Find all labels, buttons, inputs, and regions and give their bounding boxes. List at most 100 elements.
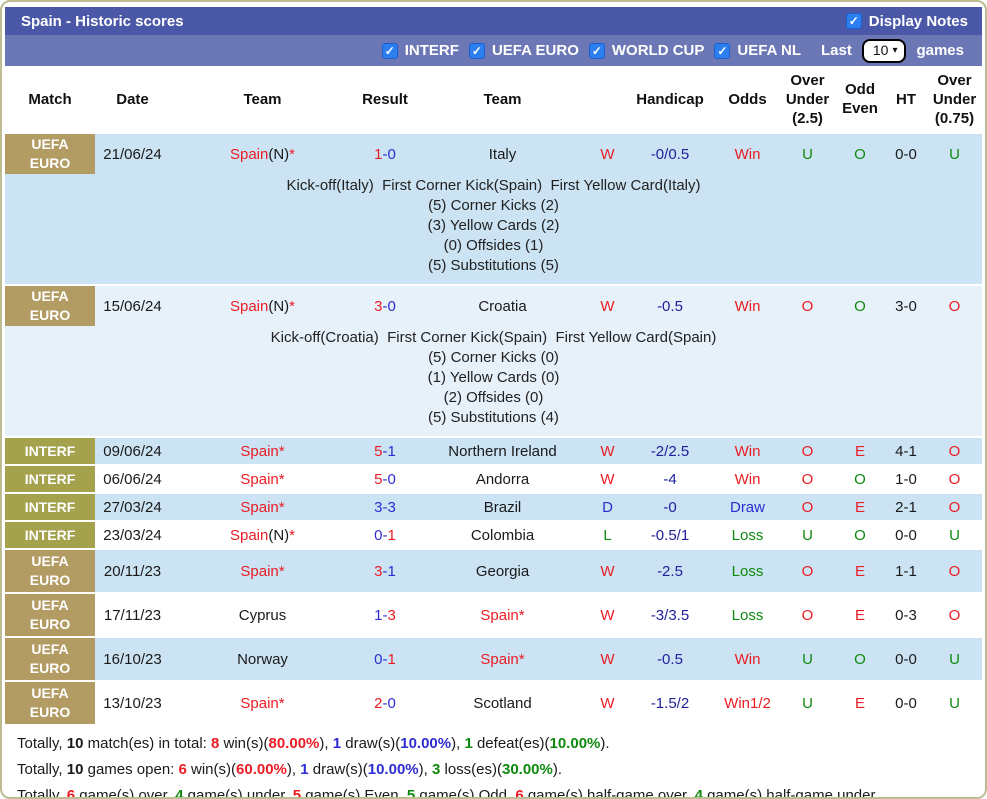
filter-interf[interactable]: ✓ INTERF [381, 42, 459, 59]
cell-over-under-075: O [948, 606, 961, 624]
text-segment: Totally, [17, 761, 67, 778]
cell-ht: 0-0 [895, 694, 917, 712]
cell-result: 1-0 [355, 145, 415, 164]
table-row: UEFA EURO 15/06/24 Spain(N)* 3-0 Croatia W -0.… [5, 284, 982, 326]
text-segment: 10.00% [367, 761, 419, 778]
table-row: UEFA EURO 13/10/23 Spain* 2-0 Scotland W -1.5/… [5, 680, 982, 724]
header-cell-odd-even: Odd Even [842, 81, 878, 117]
text-segment: 0 [387, 470, 396, 488]
text-segment: 1 [374, 145, 383, 163]
filter-uefa-nl-label: UEFA NL [737, 42, 802, 59]
checkbox-icon[interactable]: ✓ [381, 42, 398, 59]
text-segment: loss(es)( [440, 761, 502, 778]
competition-badge: INTERF [5, 438, 95, 464]
text-segment: ), [451, 735, 465, 752]
display-notes-toggle[interactable]: ✓ Display Notes [845, 13, 968, 30]
cell-odd-even: O [854, 470, 866, 488]
checkbox-icon[interactable]: ✓ [468, 42, 485, 59]
cell-odds: Loss [731, 606, 764, 624]
competition-badge-label: UEFA EURO [29, 553, 71, 588]
cell-date: 27/03/24 [103, 498, 162, 516]
cell-odds: Loss [731, 562, 764, 580]
match-note-line: (5) Corner Kicks (2) [428, 197, 559, 214]
header-cell-result: Result [362, 90, 408, 108]
text-segment: Italy [488, 145, 517, 163]
text-segment: 30.00% [501, 761, 553, 778]
cell-ht: 3-0 [895, 297, 917, 315]
cell-over-under-075: U [949, 145, 960, 163]
text-segment: Spain [240, 498, 279, 516]
cell-over-under-25: U [802, 650, 813, 668]
cell-away-team: Italy [415, 145, 590, 164]
text-segment: Northern Ireland [448, 442, 557, 460]
cell-ht: 0-0 [895, 145, 917, 163]
display-notes-checkbox-icon[interactable]: ✓ [845, 13, 862, 29]
text-segment: * [518, 606, 525, 624]
table-row: UEFA EURO 17/11/23 Cyprus 1-3 Spain* W -3/3.5 L… [5, 592, 982, 636]
cell-ht: 0-3 [895, 606, 917, 624]
text-segment: Spain [240, 694, 279, 712]
cell-away-team: Spain* [415, 650, 590, 669]
filter-world-cup-label: WORLD CUP [611, 42, 705, 59]
cell-away-team: Spain* [415, 606, 590, 625]
checkbox-icon[interactable]: ✓ [588, 42, 605, 59]
text-segment: draw(s)( [308, 761, 368, 778]
competition-badge-label: INTERF [24, 526, 76, 543]
header-cell-over-under-25: Over Under (2.5) [785, 71, 830, 127]
cell-away-team: Andorra [415, 470, 590, 489]
text-segment: 3 [387, 498, 396, 516]
match-note-line: (0) Offsides (1) [443, 237, 544, 254]
cell-over-under-25: U [802, 526, 813, 544]
competition-badge-label: UEFA EURO [29, 288, 71, 323]
filter-uefa-euro[interactable]: ✓ UEFA EURO [468, 42, 579, 59]
cell-handicap: -1.5/2 [650, 694, 690, 712]
cell-wdl: W [600, 694, 615, 712]
cell-over-under-25: U [802, 145, 813, 163]
competition-badge-label: UEFA EURO [29, 641, 71, 676]
cell-over-under-075: O [948, 297, 961, 315]
cell-wdl: W [600, 442, 615, 460]
cell-odd-even: O [854, 297, 866, 315]
filter-world-cup[interactable]: ✓ WORLD CUP [588, 42, 705, 59]
text-segment: 5 [406, 787, 416, 799]
cell-over-under-075: O [948, 498, 961, 516]
text-segment: 3 [374, 562, 383, 580]
text-segment: 5 [374, 470, 383, 488]
text-segment: Colombia [470, 526, 535, 544]
match-note-line: (5) Substitutions (5) [428, 257, 559, 274]
text-segment: draw(s)( [341, 735, 401, 752]
checkbox-icon[interactable]: ✓ [714, 42, 731, 59]
cell-away-team: Brazil [415, 498, 590, 517]
cell-result: 0-1 [355, 526, 415, 545]
text-segment: 1 [387, 650, 396, 668]
text-segment: Spain [229, 297, 269, 315]
cell-odds: Win [734, 470, 761, 488]
header-cell-home-team: Team [243, 90, 282, 108]
page-title: Spain - Historic scores [21, 12, 184, 30]
filter-interf-label: INTERF [404, 42, 459, 59]
cell-handicap: -0.5/1 [650, 526, 690, 544]
text-segment: ), [319, 735, 333, 752]
header-cell-ht: HT [896, 90, 916, 108]
cell-home-team: Spain* [170, 562, 355, 581]
match-note-line: (2) Offsides (0) [443, 389, 544, 406]
text-segment: 60.00% [236, 761, 287, 778]
filter-uefa-nl[interactable]: ✓ UEFA NL [714, 42, 801, 59]
text-segment: game(s) Odd, [415, 787, 516, 799]
competition-badge-label: INTERF [24, 498, 76, 515]
text-segment: Spain [240, 470, 279, 488]
table-body: UEFA EURO 21/06/24 Spain(N)* 1-0 Italy W -0/0.… [5, 132, 982, 724]
title-bar: Spain - Historic scores ✓ Display Notes [5, 7, 982, 35]
cell-home-team: Spain(N)* [170, 297, 355, 316]
cell-odd-even: E [854, 606, 865, 624]
text-segment: * [278, 562, 285, 580]
games-count-select[interactable]: 10 ▾ [861, 38, 907, 63]
text-segment: 1 [464, 735, 473, 752]
competition-badge: UEFA EURO [5, 594, 95, 636]
text-segment: Spain [229, 526, 269, 544]
cell-result: 3-0 [355, 297, 415, 316]
cell-wdl: W [600, 470, 615, 488]
cell-away-team: Scotland [415, 694, 590, 713]
cell-over-under-25: U [802, 694, 813, 712]
competition-badge-label: UEFA EURO [29, 685, 71, 720]
